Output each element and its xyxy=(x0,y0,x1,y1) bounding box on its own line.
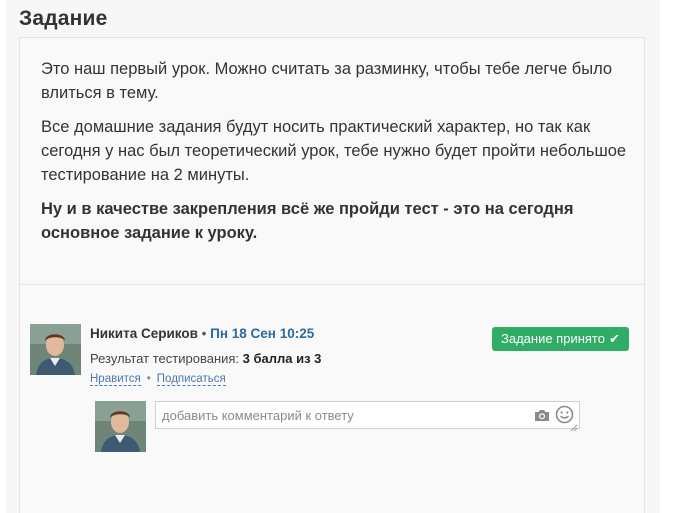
comment-form xyxy=(155,401,580,432)
task-paragraph: Это наш первый урок. Можно считать за ра… xyxy=(41,60,613,102)
task-description: Это наш первый урок. Можно считать за ра… xyxy=(41,57,631,255)
task-paragraph: Все домашние задания будут носить практи… xyxy=(41,118,627,184)
task-card: Это наш первый урок. Можно считать за ра… xyxy=(19,37,645,513)
test-result: Результат тестирования: 3 балла из 3 xyxy=(90,351,321,366)
comment-input[interactable] xyxy=(156,402,526,428)
author-name[interactable]: Никита Сериков xyxy=(90,326,198,341)
resize-handle[interactable] xyxy=(570,419,578,432)
avatar-image xyxy=(95,401,146,452)
camera-icon[interactable] xyxy=(534,408,550,422)
answer-item: Никита Сериков • Пн 18 Сен 10:25 Результ… xyxy=(30,324,636,494)
meta-separator: • xyxy=(201,326,207,341)
status-badge-label: Задание принято xyxy=(501,331,605,346)
checkmark-icon: ✔ xyxy=(608,331,620,346)
section-title: Задание xyxy=(19,7,108,30)
action-separator: • xyxy=(146,373,151,385)
subscribe-link[interactable]: Подписаться xyxy=(156,373,226,386)
like-link[interactable]: Нравится xyxy=(90,373,141,386)
avatar-image xyxy=(30,324,81,375)
status-badge: Задание принято ✔ xyxy=(492,327,629,351)
test-result-value: 3 балла из 3 xyxy=(242,351,322,366)
page: Задание Это наш первый урок. Можно счита… xyxy=(0,0,674,513)
task-emphasis: Ну и в качестве закрепления всё же пройд… xyxy=(41,200,574,242)
current-user-avatar xyxy=(95,401,146,452)
test-result-label: Результат тестирования: xyxy=(90,351,240,366)
answer-actions: Нравится • Подписаться xyxy=(90,373,226,386)
divider xyxy=(20,284,644,285)
avatar[interactable] xyxy=(30,324,81,375)
answer-date[interactable]: Пн 18 Сен 10:25 xyxy=(210,326,314,341)
answer-meta: Никита Сериков • Пн 18 Сен 10:25 xyxy=(90,326,314,341)
